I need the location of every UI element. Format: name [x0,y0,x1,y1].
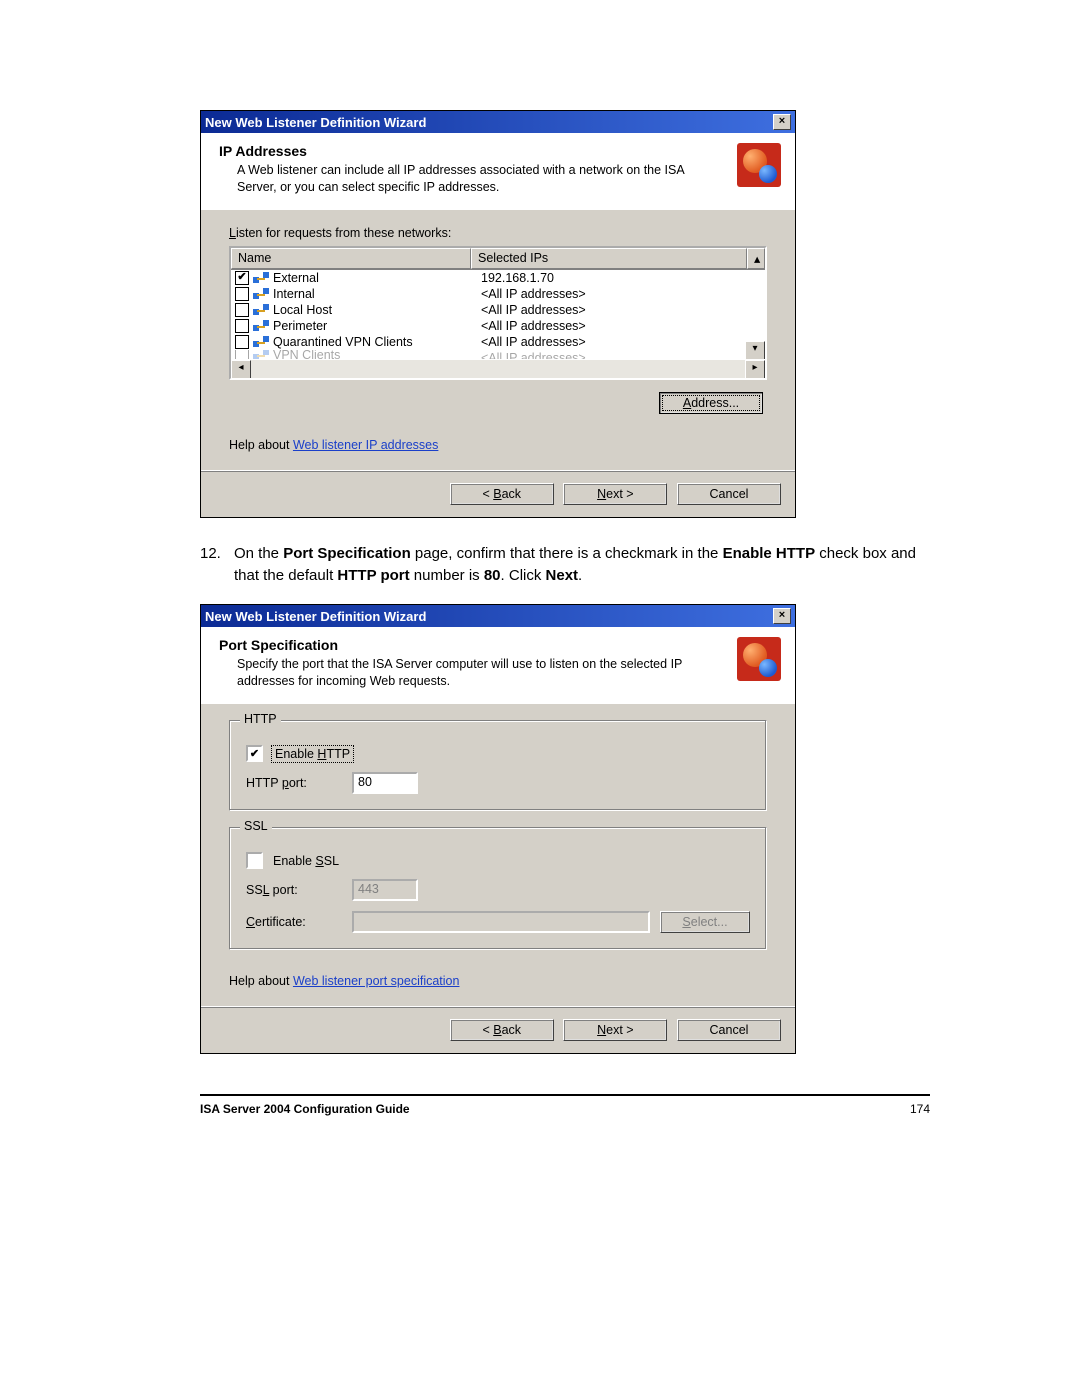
column-selected-ips[interactable]: Selected IPs [471,248,747,269]
table-row[interactable]: ✔ External 192.168.1.70 [231,270,765,286]
dialog-footer: < Back Next > Cancel [201,470,795,517]
cancel-button[interactable]: Cancel [677,483,781,505]
http-port-label: HTTP port: [246,776,342,790]
scroll-up-icon[interactable]: ▴ [747,248,765,269]
scroll-down-icon[interactable]: ▾ [745,341,765,360]
titlebar[interactable]: New Web Listener Definition Wizard × [201,605,795,627]
help-line: Help about Web listener IP addresses [229,438,767,452]
column-name[interactable]: Name [231,248,471,269]
ssl-port-label: SSL port: [246,883,342,897]
enable-http-label: Enable HTTP [273,747,352,761]
network-icon [253,272,269,284]
selected-ips: <All IP addresses> [475,335,765,349]
network-checkbox[interactable] [235,287,249,301]
dialog-title: New Web Listener Definition Wizard [205,609,426,624]
networks-label: Listen for requests from these networks: [229,226,767,240]
network-checkbox[interactable]: ✔ [235,271,249,285]
cancel-button[interactable]: Cancel [677,1019,781,1041]
network-name: Local Host [273,303,332,317]
enable-ssl-checkbox[interactable] [246,852,263,869]
dialog-title: New Web Listener Definition Wizard [205,115,426,130]
network-icon [253,288,269,300]
table-row[interactable]: Perimeter <All IP addresses> [231,318,765,334]
banner-title: IP Addresses [219,143,727,159]
back-button[interactable]: < Back [450,483,554,505]
selected-ips: <All IP addresses> [475,287,765,301]
banner-description: Specify the port that the ISA Server com… [219,656,727,690]
list-header: Name Selected IPs ▴ [231,248,765,270]
scroll-left-icon[interactable]: ◂ [231,360,251,379]
selected-ips: <All IP addresses> [475,319,765,333]
step-number: 12. [200,543,234,587]
step-12-instruction: 12. On the Port Specification page, conf… [200,543,930,587]
dialog-footer: < Back Next > Cancel [201,1006,795,1053]
close-icon[interactable]: × [773,608,791,624]
table-row[interactable]: Quarantined VPN Clients <All IP addresses… [231,334,765,350]
ssl-legend: SSL [240,819,272,833]
http-legend: HTTP [240,712,281,726]
network-icon [253,320,269,332]
certificate-label: Certificate: [246,915,342,929]
selected-ips: 192.168.1.70 [475,271,765,285]
wizard-dialog-port-specification: New Web Listener Definition Wizard × Por… [200,604,796,1054]
network-checkbox[interactable] [235,303,249,317]
banner-description: A Web listener can include all IP addres… [219,162,727,196]
next-button[interactable]: Next > [563,1019,667,1041]
footer-title: ISA Server 2004 Configuration Guide [200,1102,410,1116]
scrollbar-horizontal[interactable]: ◂ ▸ [231,359,765,378]
help-line: Help about Web listener port specificati… [229,974,767,988]
help-link[interactable]: Web listener IP addresses [293,438,438,452]
ssl-fieldset: SSL Enable SSL SSL port: 443 Certificate… [229,827,767,950]
network-icon [253,336,269,348]
enable-http-checkbox[interactable]: ✔ [246,745,263,762]
selected-ips: <All IP addresses> [475,351,765,359]
network-name: Internal [273,287,315,301]
help-link[interactable]: Web listener port specification [293,974,460,988]
banner-title: Port Specification [219,637,727,653]
wizard-dialog-ip-addresses: New Web Listener Definition Wizard × IP … [200,110,796,518]
select-certificate-button: Select... [660,911,750,933]
close-icon[interactable]: × [773,114,791,130]
http-port-input[interactable]: 80 [352,772,418,794]
page-footer: ISA Server 2004 Configuration Guide 174 [200,1094,930,1116]
wizard-icon [737,637,781,681]
network-icon [253,304,269,316]
network-name: Quarantined VPN Clients [273,335,413,349]
banner: Port Specification Specify the port that… [201,627,795,704]
back-button[interactable]: < Back [450,1019,554,1041]
wizard-icon [737,143,781,187]
banner: IP Addresses A Web listener can include … [201,133,795,210]
ssl-port-input: 443 [352,879,418,901]
selected-ips: <All IP addresses> [475,303,765,317]
certificate-input [352,911,650,933]
http-fieldset: HTTP ✔ Enable HTTP HTTP port: 80 [229,720,767,811]
scroll-right-icon[interactable]: ▸ [745,360,765,379]
network-name: External [273,271,319,285]
network-checkbox[interactable] [235,335,249,349]
table-row[interactable]: Local Host <All IP addresses> [231,302,765,318]
enable-ssl-label: Enable SSL [273,854,339,868]
titlebar[interactable]: New Web Listener Definition Wizard × [201,111,795,133]
page-number: 174 [910,1102,930,1116]
table-row[interactable]: Internal <All IP addresses> [231,286,765,302]
networks-listbox[interactable]: Name Selected IPs ▴ ✔ External 192.168.1.7… [229,246,767,380]
next-button[interactable]: Next > [563,483,667,505]
network-checkbox[interactable] [235,319,249,333]
network-name: Perimeter [273,319,327,333]
address-button[interactable]: Address... [659,392,763,414]
